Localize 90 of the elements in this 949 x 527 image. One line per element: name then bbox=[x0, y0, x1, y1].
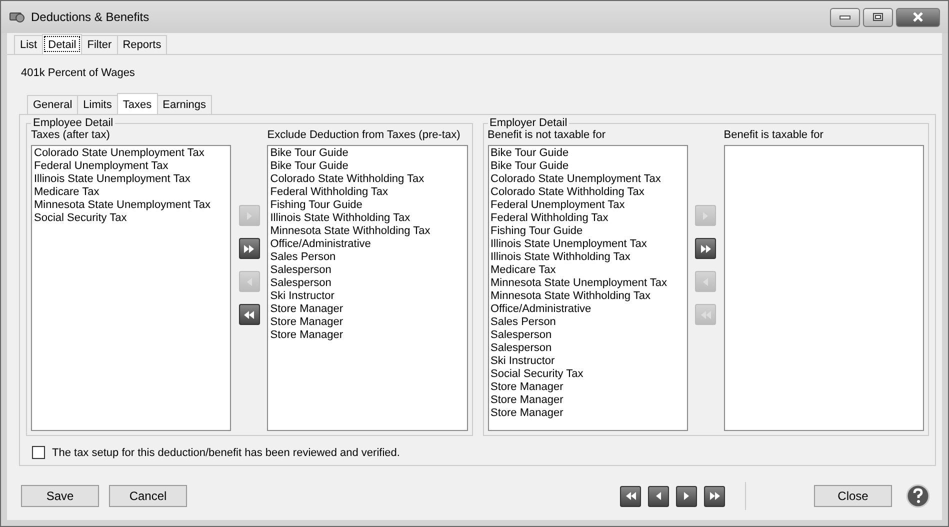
double-arrow-right-icon bbox=[700, 244, 712, 254]
double-arrow-right-icon bbox=[243, 244, 256, 254]
list-item[interactable]: Store Manager bbox=[490, 381, 685, 394]
list-item[interactable]: Colorado State Withholding Tax bbox=[270, 173, 464, 186]
checkbox[interactable] bbox=[32, 446, 45, 459]
double-arrow-left-icon bbox=[624, 491, 636, 501]
list-item[interactable]: Fishing Tour Guide bbox=[270, 199, 464, 212]
list-item[interactable]: Salesperson bbox=[490, 342, 685, 355]
arrow-right-icon bbox=[702, 210, 710, 220]
list-item[interactable]: Illinois State Withholding Tax bbox=[490, 251, 685, 264]
window-title: Deductions & Benefits bbox=[31, 10, 150, 24]
list-item[interactable]: Minnesota State Unemployment Tax bbox=[34, 199, 228, 212]
list-label: Benefit is not taxable for bbox=[488, 129, 607, 143]
list-item[interactable]: Illinois State Withholding Tax bbox=[270, 212, 464, 225]
list-item[interactable]: Store Manager bbox=[270, 303, 464, 316]
list-item[interactable]: Sales Person bbox=[490, 316, 685, 329]
double-arrow-right-icon bbox=[708, 491, 720, 501]
minimize-icon bbox=[839, 14, 851, 20]
maximize-icon bbox=[872, 12, 884, 22]
list-item[interactable]: Federal Withholding Tax bbox=[270, 186, 464, 199]
tab[interactable]: List bbox=[14, 35, 44, 54]
double-arrow-right-button[interactable] bbox=[238, 238, 260, 259]
list-item[interactable]: Medicare Tax bbox=[490, 264, 685, 277]
list-item[interactable]: Minnesota State Withholding Tax bbox=[490, 290, 685, 303]
arrow-right-icon bbox=[683, 491, 690, 501]
list-item[interactable]: Bike Tour Guide bbox=[490, 147, 685, 160]
group-title: Employee Detail bbox=[32, 117, 114, 129]
list-item[interactable]: Illinois State Unemployment Tax bbox=[490, 238, 685, 251]
list-item[interactable]: Bike Tour Guide bbox=[270, 147, 464, 160]
close-button[interactable] bbox=[896, 8, 940, 26]
list-item[interactable]: Social Security Tax bbox=[490, 368, 685, 381]
arrow-left-icon bbox=[702, 276, 710, 286]
arrow-right-button[interactable] bbox=[676, 486, 697, 506]
list-item[interactable]: Sales Person bbox=[270, 251, 464, 264]
dialog-button[interactable]: Save bbox=[21, 485, 99, 507]
tab[interactable]: Earnings bbox=[156, 95, 212, 114]
arrow-left-icon bbox=[246, 276, 253, 286]
arrow-left-icon bbox=[655, 491, 662, 501]
arrow-right-icon bbox=[246, 210, 253, 220]
list-item[interactable]: Minnesota State Withholding Tax bbox=[270, 225, 464, 238]
list-item[interactable]: Bike Tour Guide bbox=[270, 160, 464, 173]
list-item[interactable]: Medicare Tax bbox=[34, 186, 228, 199]
dialog-button[interactable]: Cancel bbox=[109, 485, 187, 507]
tab[interactable]: Reports bbox=[116, 35, 168, 54]
list-item[interactable]: Illinois State Unemployment Tax bbox=[34, 173, 228, 186]
checkbox-label: The tax setup for this deduction/benefit has been reviewed and verified. bbox=[52, 446, 400, 458]
tab[interactable]: Detail bbox=[42, 34, 82, 54]
list-item[interactable]: Federal Withholding Tax bbox=[490, 212, 685, 225]
list-item[interactable]: Federal Unemployment Tax bbox=[490, 199, 685, 212]
maximize-button[interactable] bbox=[863, 8, 893, 26]
list-item[interactable]: Ski Instructor bbox=[270, 290, 464, 303]
list-item[interactable]: Ski Instructor bbox=[490, 355, 685, 368]
list-item[interactable]: Office/Administrative bbox=[270, 238, 464, 251]
double-arrow-left-icon bbox=[700, 310, 712, 320]
list-item[interactable]: Colorado State Unemployment Tax bbox=[34, 147, 228, 160]
double-arrow-left-button[interactable] bbox=[238, 304, 260, 325]
double-arrow-right-button[interactable] bbox=[695, 238, 716, 259]
list-item[interactable]: Salesperson bbox=[270, 264, 464, 277]
list-item[interactable]: Store Manager bbox=[490, 407, 685, 420]
tab[interactable]: Taxes bbox=[116, 93, 158, 114]
list-label: Benefit is taxable for bbox=[724, 129, 824, 143]
list-item[interactable]: Colorado State Withholding Tax bbox=[490, 186, 685, 199]
list-box[interactable] bbox=[267, 145, 468, 431]
list-item[interactable]: Federal Unemployment Tax bbox=[34, 160, 228, 173]
record-title: 401k Percent of Wages bbox=[20, 66, 136, 81]
list-item[interactable]: Office/Administrative bbox=[490, 303, 685, 316]
minimize-button[interactable] bbox=[830, 8, 860, 26]
group-title: Employer Detail bbox=[488, 117, 568, 129]
list-item[interactable]: Salesperson bbox=[270, 277, 464, 290]
double-arrow-left-button[interactable] bbox=[620, 486, 641, 506]
tab[interactable]: General bbox=[27, 95, 78, 114]
list-label: Taxes (after tax) bbox=[31, 129, 111, 143]
list-item[interactable]: Minnesota State Unemployment Tax bbox=[490, 277, 685, 290]
list-box[interactable]: Colorado State Unemployment Tax Federal Unemployment Tax Illinois State Unemployment Tax Medicare Tax Minnesota State Unemployment Tax Social Security Tax bbox=[31, 145, 232, 431]
double-arrow-left-icon bbox=[243, 310, 256, 320]
list-item[interactable]: Store Manager bbox=[270, 316, 464, 329]
close-dialog-button[interactable]: Close bbox=[814, 485, 892, 507]
double-arrow-right-button[interactable] bbox=[704, 486, 725, 506]
list-item[interactable]: Bike Tour Guide bbox=[490, 160, 685, 173]
list-box[interactable] bbox=[488, 145, 688, 431]
list-item[interactable]: Social Security Tax bbox=[34, 212, 228, 225]
list-item[interactable]: Store Manager bbox=[270, 329, 464, 342]
list-label: Exclude Deduction from Taxes (pre-tax) bbox=[267, 129, 462, 143]
list-item[interactable]: Salesperson bbox=[490, 329, 685, 342]
arrow-left-button[interactable] bbox=[648, 486, 669, 506]
list-item[interactable]: Colorado State Unemployment Tax bbox=[490, 173, 685, 186]
help-icon[interactable] bbox=[906, 484, 930, 508]
close-icon bbox=[911, 12, 925, 22]
list-item[interactable]: Store Manager bbox=[490, 394, 685, 407]
list-item[interactable]: Fishing Tour Guide bbox=[490, 225, 685, 238]
